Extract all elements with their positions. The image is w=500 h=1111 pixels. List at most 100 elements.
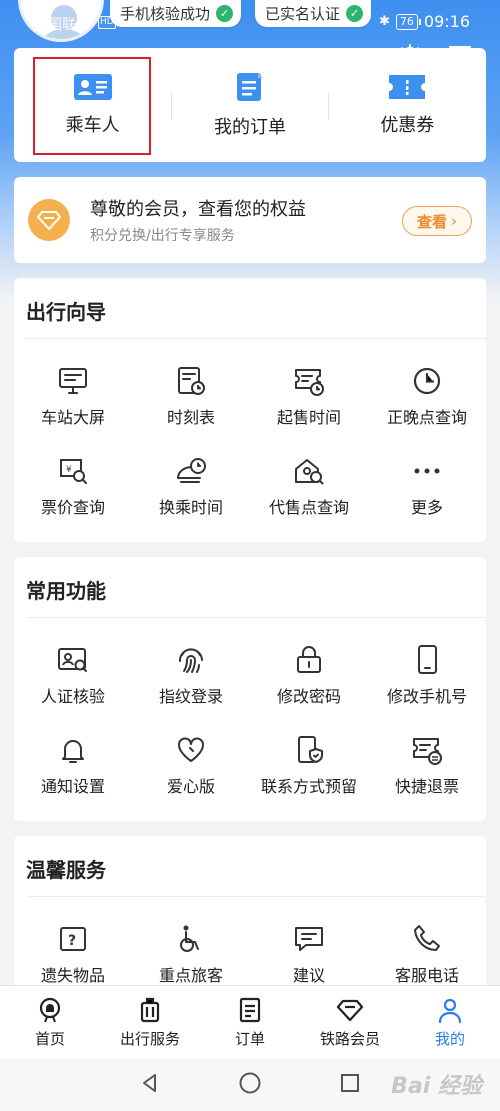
warm-item[interactable]: 建议	[250, 908, 368, 996]
phone-icon	[418, 645, 437, 674]
highlight-annotation	[33, 57, 151, 155]
section-title: 温馨服务	[26, 858, 106, 882]
suggestion-icon	[295, 927, 323, 951]
view-label: 查看	[416, 212, 447, 231]
common-label: 爱心版	[166, 777, 215, 796]
common-item[interactable]: 指纹登录	[132, 629, 250, 719]
more-dots-icon	[414, 468, 440, 474]
chevron-right-icon: ›	[451, 212, 457, 230]
guide-item[interactable]: 时刻表	[132, 350, 250, 440]
common-label: 修改密码	[276, 687, 341, 706]
common-label: 修改手机号	[386, 687, 467, 706]
guide-item[interactable]: 正晚点查询	[368, 350, 486, 440]
common-item[interactable]: 通知设置	[14, 719, 132, 809]
section-title: 常用功能	[26, 579, 106, 603]
carrier-label: 中国联通	[34, 17, 90, 33]
order-icon	[239, 997, 261, 1023]
tab-orders[interactable]: 订单	[200, 986, 300, 1059]
recent-apps-icon[interactable]	[339, 1072, 361, 1098]
fingerprint-icon	[178, 648, 203, 673]
realname-verified-label: 已实名认证	[265, 5, 341, 23]
bottom-tab-bar: 首页 出行服务 订单 铁路会员 我的	[0, 985, 500, 1059]
common-label: 指纹登录	[158, 687, 223, 706]
id-verify-icon	[58, 648, 87, 672]
guide-label: 时刻表	[166, 408, 215, 427]
lock-icon	[297, 646, 321, 673]
guide-label: 车站大屏	[40, 408, 105, 427]
tab-label: 铁路会员	[319, 1030, 380, 1048]
home-circle-icon[interactable]	[238, 1071, 262, 1099]
check-icon: ✓	[346, 5, 364, 22]
back-icon[interactable]	[139, 1072, 161, 1098]
member-card[interactable]: 尊敬的会员，查看您的权益 积分兑换/出行专享服务 查看 ›	[14, 177, 486, 263]
guide-label: 票价查询	[40, 498, 105, 517]
common-item[interactable]: 联系方式预留	[250, 719, 368, 809]
common-item[interactable]: 快捷退票	[368, 719, 486, 809]
battery-icon: 76	[395, 13, 421, 30]
common-item[interactable]: 人证核验	[14, 629, 132, 719]
guide-item[interactable]: 代售点查询	[250, 440, 368, 530]
guide-item[interactable]: 换乘时间	[132, 440, 250, 530]
lost-item-icon: ?	[60, 927, 86, 951]
guide-item[interactable]: 车站大屏	[14, 350, 132, 440]
guide-label: 正晚点查询	[386, 408, 467, 427]
quick-coupons[interactable]: 优惠券	[329, 48, 486, 162]
quick-label: 我的订单	[213, 117, 286, 138]
common-label: 快捷退票	[394, 777, 459, 796]
guide-label: 更多	[410, 498, 443, 517]
svg-text:?: ?	[68, 933, 76, 949]
common-item[interactable]: 爱心版	[132, 719, 250, 809]
wheelchair-icon	[180, 925, 199, 952]
warm-grid: ? 遗失物品 重点旅客 建议 客服电话	[14, 908, 486, 996]
tab-label: 订单	[234, 1030, 265, 1048]
member-subtitle: 积分兑换/出行专享服务	[90, 228, 235, 244]
warm-label: 建议	[292, 966, 325, 985]
transfer-time-icon	[177, 458, 206, 483]
tab-label: 出行服务	[119, 1030, 180, 1048]
guide-label: 起售时间	[276, 408, 341, 427]
warm-item[interactable]: ? 遗失物品	[14, 908, 132, 996]
order-doc-icon	[236, 73, 263, 101]
home-train-icon	[39, 997, 61, 1023]
guide-item[interactable]: ¥ 票价查询	[14, 440, 132, 530]
quick-orders[interactable]: 我的订单	[171, 48, 328, 162]
warm-item[interactable]: 客服电话	[368, 908, 486, 996]
warm-item[interactable]: 重点旅客	[132, 908, 250, 996]
guide-label: 代售点查询	[268, 498, 349, 517]
guide-grid: 车站大屏 时刻表 起售时间 正晚点查询 ¥ 票价查询 换乘时间 代售点查询 更多	[14, 350, 486, 530]
phone-verified-chip: 手机核验成功 ✓	[110, 0, 242, 27]
tab-home[interactable]: 首页	[0, 986, 100, 1059]
common-item[interactable]: 修改密码	[250, 629, 368, 719]
common-label: 人证核验	[40, 687, 105, 706]
common-label: 联系方式预留	[260, 777, 357, 796]
heart-icon	[178, 737, 204, 762]
guide-item[interactable]: 更多	[368, 440, 486, 530]
svg-text:¥: ¥	[66, 465, 72, 475]
realname-verified-chip: 已实名认证 ✓	[255, 0, 372, 27]
warm-service-card: 温馨服务 ? 遗失物品 重点旅客 建议 客服电话	[14, 836, 486, 996]
member-title: 尊敬的会员，查看您的权益	[90, 199, 306, 220]
phone-call-icon	[414, 925, 440, 951]
view-benefits-button[interactable]: 查看 ›	[402, 206, 472, 236]
user-icon	[438, 998, 462, 1024]
clock-time: 09:16	[423, 12, 470, 31]
quick-label: 优惠券	[380, 115, 435, 136]
common-grid: 人证核验 指纹登录 修改密码 修改手机号 通知设置 爱心版 联系方式预留 快捷退…	[14, 629, 486, 809]
check-icon: ✓	[216, 5, 234, 22]
guide-item[interactable]: 起售时间	[250, 350, 368, 440]
warm-label: 客服电话	[394, 966, 459, 985]
coupon-ticket-icon	[389, 75, 426, 99]
sale-time-icon	[295, 369, 324, 396]
tab-travel-service[interactable]: 出行服务	[100, 986, 200, 1059]
clock-icon	[413, 367, 441, 395]
tab-label: 首页	[34, 1030, 65, 1048]
bluetooth-icon: ✱	[378, 14, 390, 29]
tab-mine[interactable]: 我的	[400, 986, 500, 1059]
warm-label: 重点旅客	[158, 966, 223, 985]
system-status: ✱ 76 09:16	[379, 12, 470, 31]
common-functions-card: 常用功能 人证核验 指纹登录 修改密码 修改手机号 通知设置 爱心版 联系方式预…	[14, 557, 486, 821]
guide-label: 换乘时间	[158, 498, 223, 517]
common-item[interactable]: 修改手机号	[368, 629, 486, 719]
tab-railway-member[interactable]: 铁路会员	[300, 986, 400, 1059]
watermark: Bai 经验	[391, 1074, 482, 1099]
